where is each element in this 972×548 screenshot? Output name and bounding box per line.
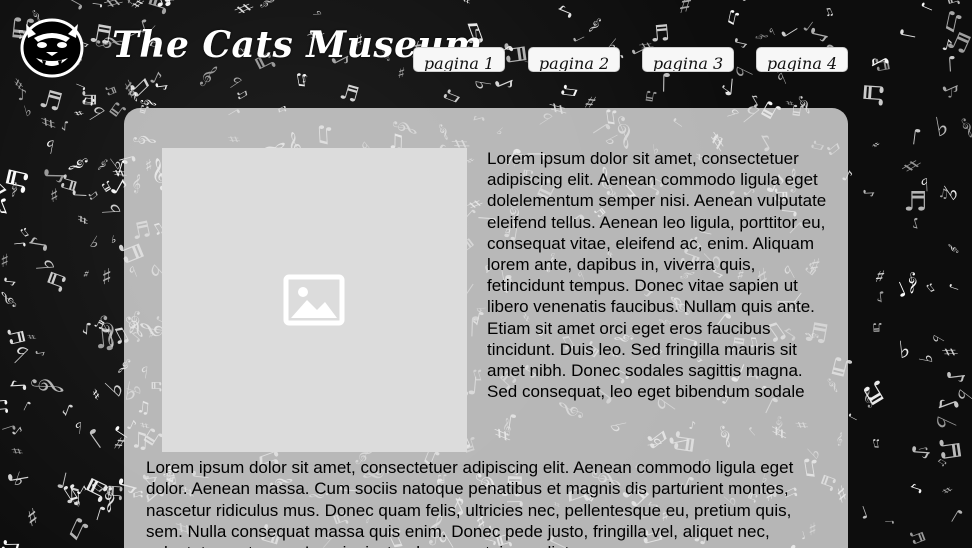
svg-text:♭: ♭ (933, 111, 951, 144)
svg-text:♪: ♪ (60, 117, 69, 132)
svg-text:♯: ♯ (89, 385, 103, 404)
svg-text:♬: ♬ (903, 186, 927, 217)
svg-text:♩: ♩ (910, 124, 923, 150)
svg-text:♪: ♪ (859, 188, 875, 198)
svg-text:♪: ♪ (7, 378, 33, 393)
svg-text:♭: ♭ (87, 232, 104, 253)
nav-item-label: pagina 4 (766, 54, 838, 72)
nav-item-pagina-3[interactable]: pagina 3 (642, 47, 734, 72)
svg-text:♬: ♬ (36, 83, 65, 117)
svg-text:♫: ♫ (870, 436, 883, 451)
nav-item-pagina-1[interactable]: pagina 1 (413, 47, 505, 72)
svg-text:♪: ♪ (59, 399, 75, 420)
svg-text:♩: ♩ (68, 189, 89, 199)
svg-text:♩: ♩ (93, 501, 109, 526)
bottom-paragraph: Lorem ipsum dolor sit amet, consectetuer… (146, 458, 794, 548)
side-paragraph: Lorem ipsum dolor sit amet, consectetuer… (487, 149, 827, 402)
svg-text:♭: ♭ (916, 352, 938, 364)
svg-text:♯: ♯ (0, 251, 9, 272)
panther-head-logo-icon[interactable] (14, 12, 90, 80)
svg-text:𝄞: 𝄞 (0, 289, 19, 311)
svg-text:♩: ♩ (857, 502, 871, 524)
svg-text:♪: ♪ (37, 167, 69, 185)
svg-text:♬: ♬ (0, 398, 13, 416)
nav-item-label: pagina 1 (423, 54, 495, 72)
svg-text:♬: ♬ (42, 268, 73, 296)
site-header: The Cats Museum pagina 1 pagina 2 pagina… (0, 0, 972, 88)
svg-text:♬: ♬ (904, 526, 928, 547)
image-icon (283, 274, 345, 326)
svg-text:𝄞: 𝄞 (96, 158, 109, 172)
svg-text:♩: ♩ (946, 282, 962, 292)
svg-text:♫: ♫ (62, 511, 95, 548)
svg-text:♪: ♪ (32, 348, 47, 358)
svg-text:♭: ♭ (43, 134, 56, 157)
svg-text:♪: ♪ (907, 481, 927, 496)
image-placeholder (162, 148, 467, 452)
svg-text:♯: ♯ (101, 262, 112, 287)
svg-text:♯: ♯ (82, 266, 91, 279)
svg-text:♭: ♭ (898, 335, 912, 364)
svg-text:𝄞: 𝄞 (30, 373, 67, 397)
svg-text:♯: ♯ (72, 212, 93, 228)
nav-item-label: pagina 3 (652, 54, 724, 72)
svg-text:♩: ♩ (22, 397, 34, 413)
svg-text:♭: ♭ (73, 418, 82, 438)
svg-text:♫: ♫ (937, 186, 950, 201)
svg-text:𝄞: 𝄞 (959, 116, 972, 138)
svg-text:♫: ♫ (923, 280, 938, 295)
svg-text:♭: ♭ (30, 258, 60, 272)
svg-text:♩: ♩ (11, 240, 30, 249)
svg-text:♫: ♫ (0, 536, 24, 548)
svg-text:♯: ♯ (938, 347, 963, 358)
svg-text:♩: ♩ (892, 277, 910, 303)
svg-text:♯: ♯ (24, 501, 41, 531)
svg-text:𝄞: 𝄞 (908, 272, 919, 293)
svg-text:♯: ♯ (869, 140, 882, 151)
svg-text:♬: ♬ (872, 320, 883, 334)
nav-item-pagina-4[interactable]: pagina 4 (756, 47, 848, 72)
svg-text:♩: ♩ (883, 519, 897, 525)
svg-text:♭: ♭ (22, 101, 33, 120)
svg-text:♭: ♭ (97, 202, 127, 215)
nav-item-label: pagina 2 (538, 54, 610, 72)
svg-text:♬: ♬ (644, 87, 659, 105)
svg-text:♪: ♪ (0, 276, 19, 288)
svg-text:♪: ♪ (941, 368, 971, 386)
svg-text:♯: ♯ (9, 447, 28, 456)
svg-text:♬: ♬ (932, 434, 966, 462)
svg-text:♭: ♭ (927, 332, 947, 348)
svg-text:♩: ♩ (1, 468, 34, 486)
svg-text:♯: ♯ (937, 484, 954, 497)
svg-text:♪: ♪ (875, 287, 886, 304)
svg-text:♯: ♯ (49, 186, 59, 208)
svg-text:♩: ♩ (82, 421, 110, 454)
nav-item-pagina-2[interactable]: pagina 2 (528, 47, 620, 72)
svg-text:♯: ♯ (872, 266, 888, 289)
svg-text:♩: ♩ (947, 504, 967, 528)
svg-text:𝄞: 𝄞 (946, 243, 959, 255)
